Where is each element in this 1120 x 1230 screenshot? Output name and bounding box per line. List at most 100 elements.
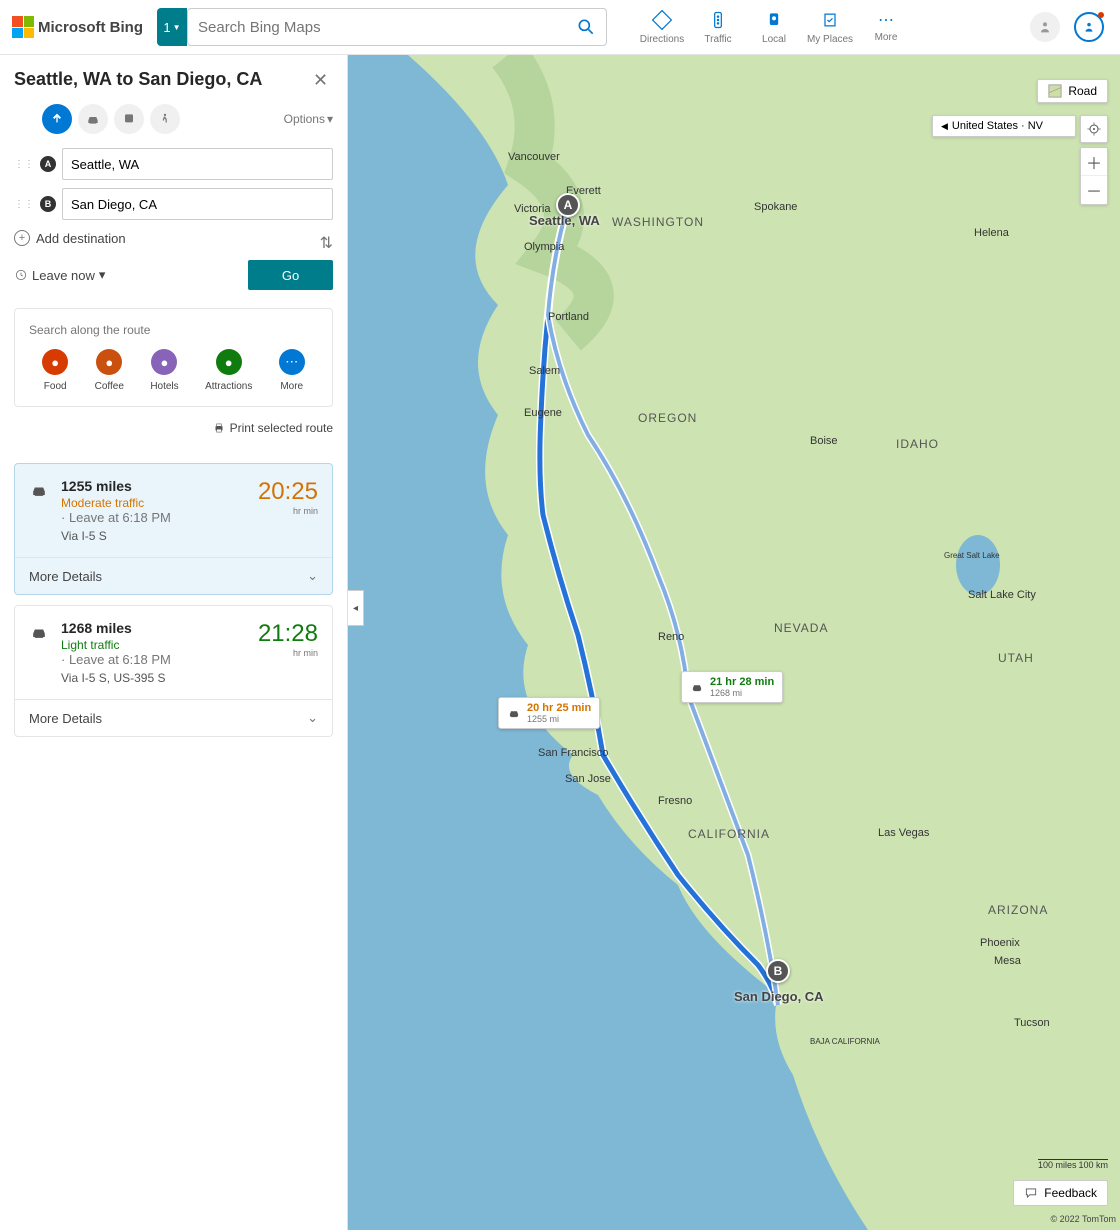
waypoint-a-row: ⋮⋮ A (14, 148, 333, 180)
car-icon (29, 622, 49, 685)
feedback-button[interactable]: Feedback (1013, 1180, 1108, 1206)
route-time: 20:25hr min (258, 478, 318, 543)
car-icon (85, 111, 101, 127)
map-label: OREGON (638, 411, 697, 425)
map-label: Las Vegas (878, 827, 929, 839)
print-route-button[interactable]: Print selected route (14, 421, 333, 435)
map-style-dropdown[interactable]: Road (1037, 79, 1108, 103)
chevron-down-icon: ▾ (99, 267, 106, 283)
map-pin-a[interactable]: A (556, 193, 580, 217)
marker-a-icon: A (40, 156, 56, 172)
zoom-in-button[interactable]: ＋ (1081, 148, 1107, 176)
map-label: Salem (529, 365, 560, 377)
nav-traffic[interactable]: Traffic (691, 10, 745, 45)
locate-me-button[interactable] (1080, 115, 1108, 143)
search-route-title: Search along the route (29, 323, 318, 337)
rewards-button[interactable] (1074, 12, 1104, 42)
map-label: Reno (658, 631, 684, 643)
route-details-toggle[interactable]: More Details⌄ (15, 557, 332, 594)
chevron-down-icon: ⌄ (307, 568, 318, 584)
map-copyright: © 2022 TomTom (1051, 1214, 1117, 1224)
zoom-out-button[interactable]: － (1081, 176, 1107, 204)
map-style-icon (1048, 84, 1062, 98)
mode-walking[interactable] (150, 104, 180, 134)
category-hotels[interactable]: ●Hotels (150, 349, 178, 392)
map-label: San Francisco (538, 747, 608, 759)
close-button[interactable]: ✕ (313, 70, 333, 90)
zoom-controls: ＋ － (1080, 147, 1108, 205)
coffee-icon: ● (96, 349, 122, 375)
map-label: San Jose (565, 773, 611, 785)
person-icon (1037, 19, 1053, 35)
notification-dot (1098, 12, 1104, 18)
directions-panel: Seattle, WA to San Diego, CA ✕ Options ▾… (0, 55, 348, 1230)
map-label: WASHINGTON (612, 215, 704, 229)
car-icon (507, 706, 521, 720)
waypoint-a-input[interactable] (62, 148, 333, 180)
account-button[interactable] (1030, 12, 1060, 42)
search-icon (576, 17, 596, 37)
transport-modes (42, 104, 180, 134)
traffic-icon (708, 10, 728, 30)
category-more[interactable]: ⋯More (279, 349, 305, 392)
header-right (1030, 12, 1104, 42)
route-card[interactable]: 1268 miles Light traffic · Leave at 6:18… (14, 605, 333, 737)
category-coffee[interactable]: ●Coffee (95, 349, 124, 392)
chevron-down-icon: ⌄ (307, 710, 318, 726)
map-label: Victoria (514, 203, 550, 215)
search-input[interactable] (188, 19, 566, 36)
chat-icon (1024, 1186, 1038, 1200)
map-label: BAJA CALIFORNIA (810, 1037, 880, 1046)
route-callout[interactable]: 20 hr 25 min1255 mi (498, 697, 600, 729)
map-canvas[interactable]: A Seattle, WA B San Diego, CA VancouverV… (348, 55, 1120, 1230)
map-label: UTAH (998, 651, 1034, 665)
mode-driving[interactable] (42, 104, 72, 134)
pin-b-label: San Diego, CA (734, 989, 824, 1004)
route-via: Via I-5 S, US-395 S (61, 671, 246, 685)
hotels-icon: ● (151, 349, 177, 375)
logo-text: Microsoft Bing (38, 19, 143, 36)
route-traffic: Light traffic · Leave at 6:18 PM (61, 638, 246, 667)
drag-handle[interactable]: ⋮⋮ (14, 199, 34, 210)
route-callout[interactable]: 21 hr 28 min1268 mi (681, 671, 783, 703)
go-button[interactable]: Go (248, 260, 333, 290)
route-details-toggle[interactable]: More Details⌄ (15, 699, 332, 736)
header: Microsoft Bing 1▼ Directions Traffic Loc… (0, 0, 1120, 55)
route-card[interactable]: 1255 miles Moderate traffic · Leave at 6… (14, 463, 333, 595)
waypoint-b-input[interactable] (62, 188, 333, 220)
leave-time-dropdown[interactable]: Leave now ▾ (14, 267, 105, 283)
nav-directions[interactable]: Directions (635, 10, 689, 45)
clock-icon (14, 268, 28, 282)
nav-myplaces[interactable]: My Places (803, 10, 857, 45)
options-link[interactable]: Options ▾ (284, 112, 333, 126)
car-icon (29, 480, 49, 543)
map-pin-b[interactable]: B (766, 959, 790, 983)
category-attractions[interactable]: ●Attractions (205, 349, 252, 392)
map-label: Salt Lake City (968, 589, 1036, 601)
collapse-sidebar-button[interactable]: ◂ (348, 590, 364, 626)
mode-car[interactable] (78, 104, 108, 134)
map-label: IDAHO (896, 437, 939, 451)
map-label: CALIFORNIA (688, 827, 770, 841)
map-label: Great Salt Lake (944, 551, 1000, 560)
drag-handle[interactable]: ⋮⋮ (14, 159, 34, 170)
microsoft-logo-icon (12, 16, 34, 38)
map-label: Spokane (754, 201, 797, 213)
route-distance: 1255 miles (61, 478, 246, 494)
map-label: Boise (810, 435, 838, 447)
logo[interactable]: Microsoft Bing (12, 16, 143, 38)
chevron-down-icon: ▾ (327, 112, 333, 126)
search-along-route: Search along the route ●Food ●Coffee ●Hote… (14, 308, 333, 407)
search-bar (187, 8, 607, 46)
search-button[interactable] (566, 9, 606, 45)
nav-local[interactable]: Local (747, 10, 801, 45)
search-scope-dropdown[interactable]: 1▼ (157, 8, 187, 46)
nav-more[interactable]: ⋯More (859, 10, 913, 45)
mode-transit[interactable] (114, 104, 144, 134)
map-label: Helena (974, 227, 1009, 239)
breadcrumb-location[interactable]: ◀ United States · NV (932, 115, 1076, 137)
category-food[interactable]: ●Food (42, 349, 68, 392)
map-label: Portland (548, 311, 589, 323)
add-destination-button[interactable]: + Add destination (14, 230, 333, 246)
swap-waypoints-button[interactable]: ⇅ (320, 233, 333, 253)
